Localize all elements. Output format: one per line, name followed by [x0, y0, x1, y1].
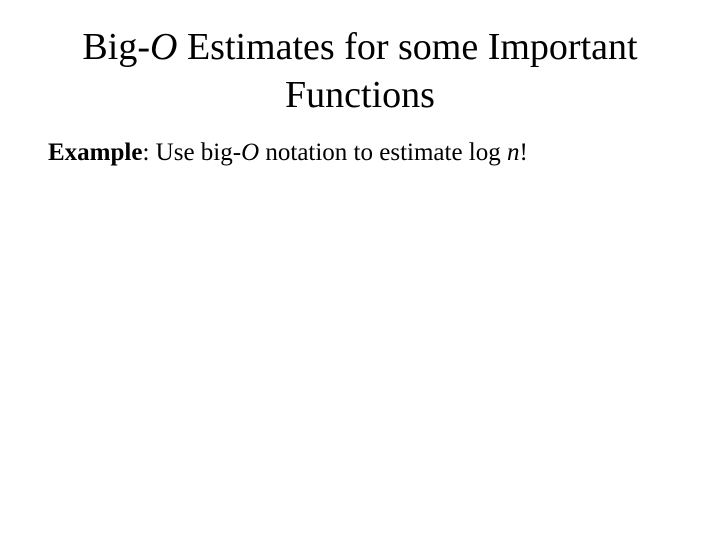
body-text1: Use big-	[156, 139, 241, 166]
example-label: Example	[48, 139, 142, 166]
body-bang: !	[520, 139, 528, 166]
slide: Big-O Estimates for some Important Funct…	[0, 0, 720, 540]
example-line: Example: Use big-O notation to estimate …	[48, 137, 672, 170]
colon: :	[142, 139, 155, 166]
example-label-text: Example	[48, 139, 142, 166]
title-O: O	[150, 26, 177, 68]
slide-title: Big-O Estimates for some Important Funct…	[48, 24, 672, 119]
title-part3: Estimates for some Important Functions	[177, 26, 637, 116]
body-text2: notation to estimate log	[259, 139, 507, 166]
title-part1: Big-	[82, 26, 150, 68]
body-O: O	[241, 139, 259, 166]
body-n: n	[507, 139, 520, 166]
